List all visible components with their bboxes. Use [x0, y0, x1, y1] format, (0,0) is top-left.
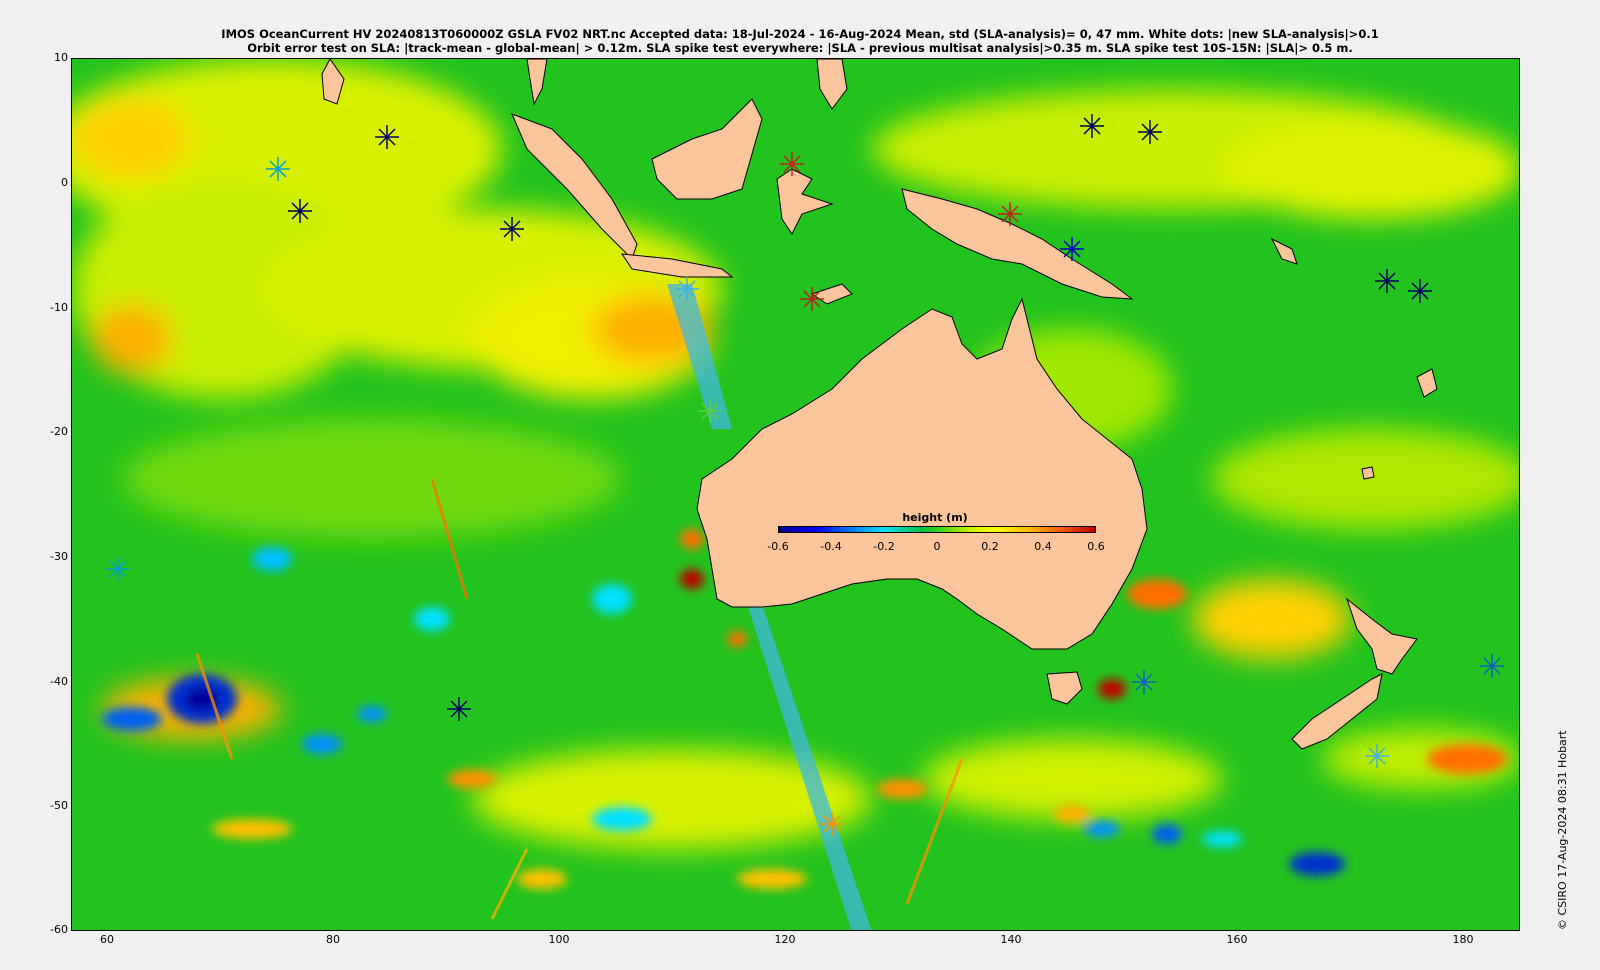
- colorbar-tick: 0.6: [1087, 540, 1105, 553]
- y-tick-label: -50: [50, 799, 68, 812]
- x-tick-label: 60: [100, 933, 114, 946]
- x-tick-label: 180: [1452, 933, 1474, 946]
- y-tick-label: 10: [54, 51, 68, 64]
- y-tick-label: -60: [50, 923, 68, 936]
- colorbar-gradient: [778, 526, 1096, 533]
- y-tick-label: -10: [50, 301, 68, 314]
- x-tick-label: 160: [1226, 933, 1248, 946]
- x-tick-label: 100: [548, 933, 570, 946]
- y-tick-label: -40: [50, 675, 68, 688]
- sla-map: [71, 58, 1520, 931]
- colorbar-tick: 0: [933, 540, 941, 553]
- colorbar-tick: -0.2: [873, 540, 895, 553]
- sla-field: [72, 59, 1519, 930]
- colorbar: height (m) -0.6 -0.4 -0.2 0 0.2 0.4 0.6: [767, 511, 1104, 555]
- colorbar-tick: 0.4: [1034, 540, 1052, 553]
- map-title-line-1: IMOS OceanCurrent HV 20240813T060000Z GS…: [221, 27, 1379, 41]
- y-tick-label: 0: [61, 176, 68, 189]
- copyright-notice: © CSIRO 17-Aug-2024 08:31 Hobart: [1556, 730, 1569, 930]
- map-title-line-2: Orbit error test on SLA: |track-mean - g…: [247, 41, 1353, 55]
- x-tick-label: 140: [1000, 933, 1022, 946]
- colorbar-tick: -0.4: [820, 540, 842, 553]
- colorbar-label: height (m): [902, 511, 968, 524]
- y-tick-label: -30: [50, 550, 68, 563]
- y-tick-label: -20: [50, 425, 68, 438]
- colorbar-tick: -0.6: [767, 540, 789, 553]
- colorbar-tick: 0.2: [981, 540, 999, 553]
- x-tick-label: 80: [326, 933, 340, 946]
- x-tick-label: 120: [774, 933, 796, 946]
